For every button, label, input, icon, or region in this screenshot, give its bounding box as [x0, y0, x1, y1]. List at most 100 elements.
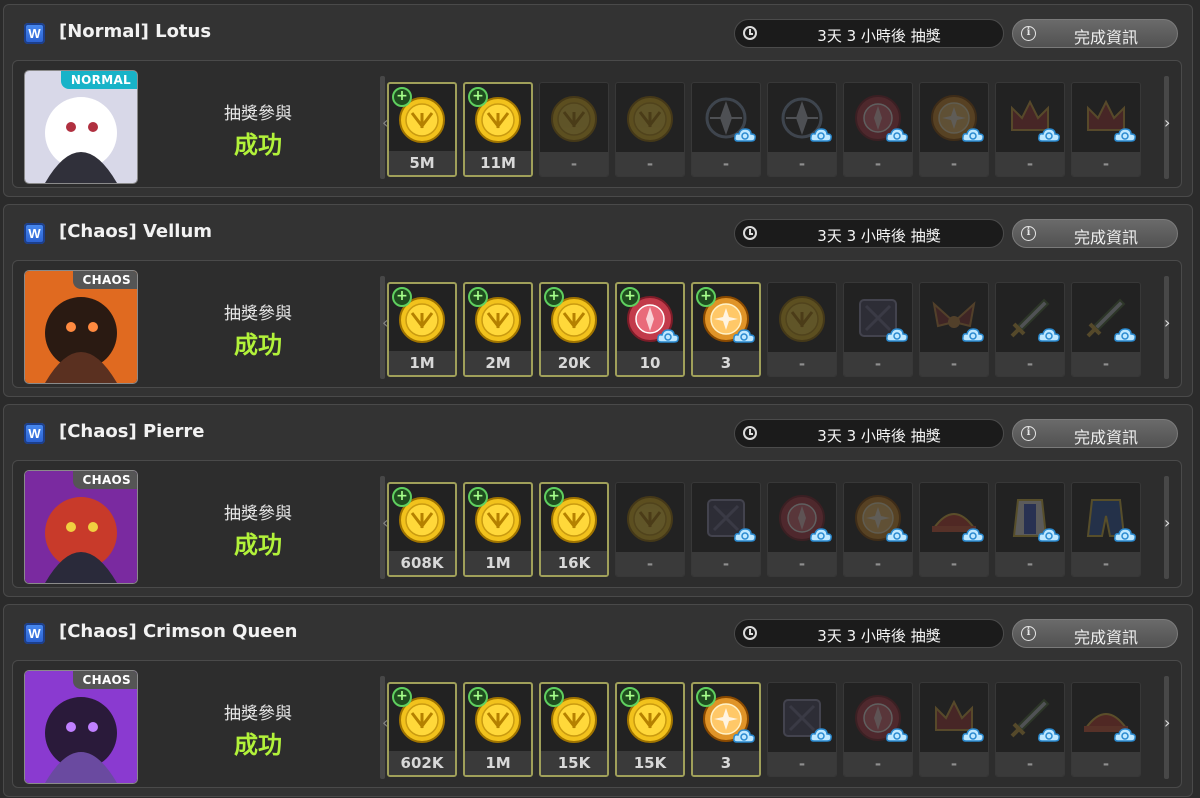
cloud-icon	[1114, 528, 1136, 542]
world-icon: W	[24, 223, 45, 244]
reward-slot[interactable]: -	[995, 82, 1065, 177]
reward-slot[interactable]: +16K	[539, 482, 609, 577]
participation-label: 抽獎參與	[224, 704, 292, 724]
cloud-icon	[810, 128, 832, 142]
reward-slot[interactable]: -	[843, 482, 913, 577]
reward-slot[interactable]: -	[919, 482, 989, 577]
completion-info-label: 完成資訊	[1073, 428, 1138, 447]
reward-amount: 1M	[465, 751, 531, 775]
reward-slot[interactable]: +1M	[463, 482, 533, 577]
world-icon: W	[24, 623, 45, 644]
obtained-plus-icon: +	[544, 687, 564, 707]
reward-amount: -	[692, 552, 760, 576]
boss-panel: W [Chaos] Pierre 3天 3 小時後 抽獎 i 完成資訊 CHAOS 抽獎參與…	[3, 404, 1193, 597]
reward-slot[interactable]: +15K	[539, 682, 609, 777]
reward-slot[interactable]: +1M	[387, 282, 457, 377]
cloud-icon	[733, 329, 755, 343]
reward-amount: -	[844, 352, 912, 376]
completion-info-button[interactable]: i 完成資訊	[1012, 419, 1178, 448]
reward-slot[interactable]: +11M	[463, 82, 533, 177]
clock-icon	[743, 626, 757, 640]
timer-text: 3天 3 小時後 抽獎	[817, 27, 941, 45]
reward-slot[interactable]: -	[539, 82, 609, 177]
reward-amount: 3	[693, 351, 759, 375]
reward-amount: 15K	[617, 751, 683, 775]
reward-slot[interactable]: -	[767, 282, 837, 377]
reward-slot[interactable]: +3	[691, 682, 761, 777]
scroll-right-arrow-icon[interactable]: ›	[1164, 713, 1170, 732]
reward-slot[interactable]: -	[615, 82, 685, 177]
reward-slot[interactable]: -	[919, 82, 989, 177]
reward-slot[interactable]: -	[1071, 82, 1141, 177]
boss-title: [Normal] Lotus	[59, 21, 212, 42]
cloud-icon	[1114, 728, 1136, 742]
reward-slot[interactable]: -	[843, 282, 913, 377]
scroll-right-arrow-icon[interactable]: ›	[1164, 513, 1170, 532]
reward-slot[interactable]: +1M	[463, 682, 533, 777]
reward-slot[interactable]: +10	[615, 282, 685, 377]
completion-info-button[interactable]: i 完成資訊	[1012, 619, 1178, 648]
cloud-icon	[962, 328, 984, 342]
reward-slot[interactable]: -	[1071, 282, 1141, 377]
reward-slot[interactable]: -	[1071, 482, 1141, 577]
reward-slot[interactable]: -	[691, 82, 761, 177]
reward-slot[interactable]: -	[767, 682, 837, 777]
reward-slot[interactable]: +602K	[387, 682, 457, 777]
reward-amount: -	[996, 752, 1064, 776]
completion-info-button[interactable]: i 完成資訊	[1012, 219, 1178, 248]
reward-slot[interactable]: -	[919, 682, 989, 777]
draw-timer: 3天 3 小時後 抽獎	[734, 19, 1004, 48]
obtained-plus-icon: +	[392, 487, 412, 507]
reward-slot[interactable]: -	[843, 682, 913, 777]
cloud-icon	[962, 528, 984, 542]
reward-slot[interactable]: -	[691, 482, 761, 577]
reward-slot[interactable]: -	[767, 482, 837, 577]
reward-slot[interactable]: +608K	[387, 482, 457, 577]
reward-slot[interactable]: -	[995, 482, 1065, 577]
reward-slot[interactable]: -	[767, 82, 837, 177]
difficulty-badge: CHAOS	[72, 271, 137, 289]
panel-header: W [Chaos] Vellum 3天 3 小時後 抽獎 i 完成資訊	[4, 205, 1192, 255]
info-icon: i	[1021, 26, 1036, 41]
obtained-plus-icon: +	[544, 487, 564, 507]
reward-slot[interactable]: -	[843, 82, 913, 177]
timer-text: 3天 3 小時後 抽獎	[817, 427, 941, 445]
timer-text: 3天 3 小時後 抽獎	[817, 627, 941, 645]
reward-amount: -	[996, 352, 1064, 376]
panel-header: W [Chaos] Crimson Queen 3天 3 小時後 抽獎 i 完成資訊	[4, 605, 1192, 655]
reward-amount: 15K	[541, 751, 607, 775]
reward-amount: -	[1072, 152, 1140, 176]
reward-slot[interactable]: -	[995, 282, 1065, 377]
boss-portrait: CHAOS	[24, 670, 138, 784]
cloud-icon	[1114, 328, 1136, 342]
participation-result: 成功	[234, 531, 282, 559]
obtained-plus-icon: +	[544, 287, 564, 307]
panel-header: W [Chaos] Pierre 3天 3 小時後 抽獎 i 完成資訊	[4, 405, 1192, 455]
reward-amount: -	[996, 552, 1064, 576]
scroll-right-arrow-icon[interactable]: ›	[1164, 113, 1170, 132]
reward-amount: -	[768, 152, 836, 176]
reward-slot[interactable]: +5M	[387, 82, 457, 177]
reward-slot[interactable]: +3	[691, 282, 761, 377]
reward-amount: -	[996, 152, 1064, 176]
reward-amount: 16K	[541, 551, 607, 575]
draw-timer: 3天 3 小時後 抽獎	[734, 219, 1004, 248]
reward-slot[interactable]: -	[1071, 682, 1141, 777]
reward-slot[interactable]: +2M	[463, 282, 533, 377]
participation-label: 抽獎參與	[224, 304, 292, 324]
reward-slot[interactable]: -	[995, 682, 1065, 777]
reward-amount: -	[616, 552, 684, 576]
cloud-icon	[810, 528, 832, 542]
completion-info-button[interactable]: i 完成資訊	[1012, 19, 1178, 48]
obtained-plus-icon: +	[468, 287, 488, 307]
reward-slot[interactable]: -	[615, 482, 685, 577]
reward-slot[interactable]: -	[919, 282, 989, 377]
cloud-icon	[734, 128, 756, 142]
reward-amount: 602K	[389, 751, 455, 775]
reward-area: CHAOS 抽獎參與 成功 ‹ › +602K +1M +15K +15K +3- - - - -	[12, 660, 1182, 788]
reward-slot[interactable]: +15K	[615, 682, 685, 777]
scroll-right-arrow-icon[interactable]: ›	[1164, 313, 1170, 332]
cloud-icon	[810, 728, 832, 742]
cloud-icon	[1038, 128, 1060, 142]
reward-slot[interactable]: +20K	[539, 282, 609, 377]
